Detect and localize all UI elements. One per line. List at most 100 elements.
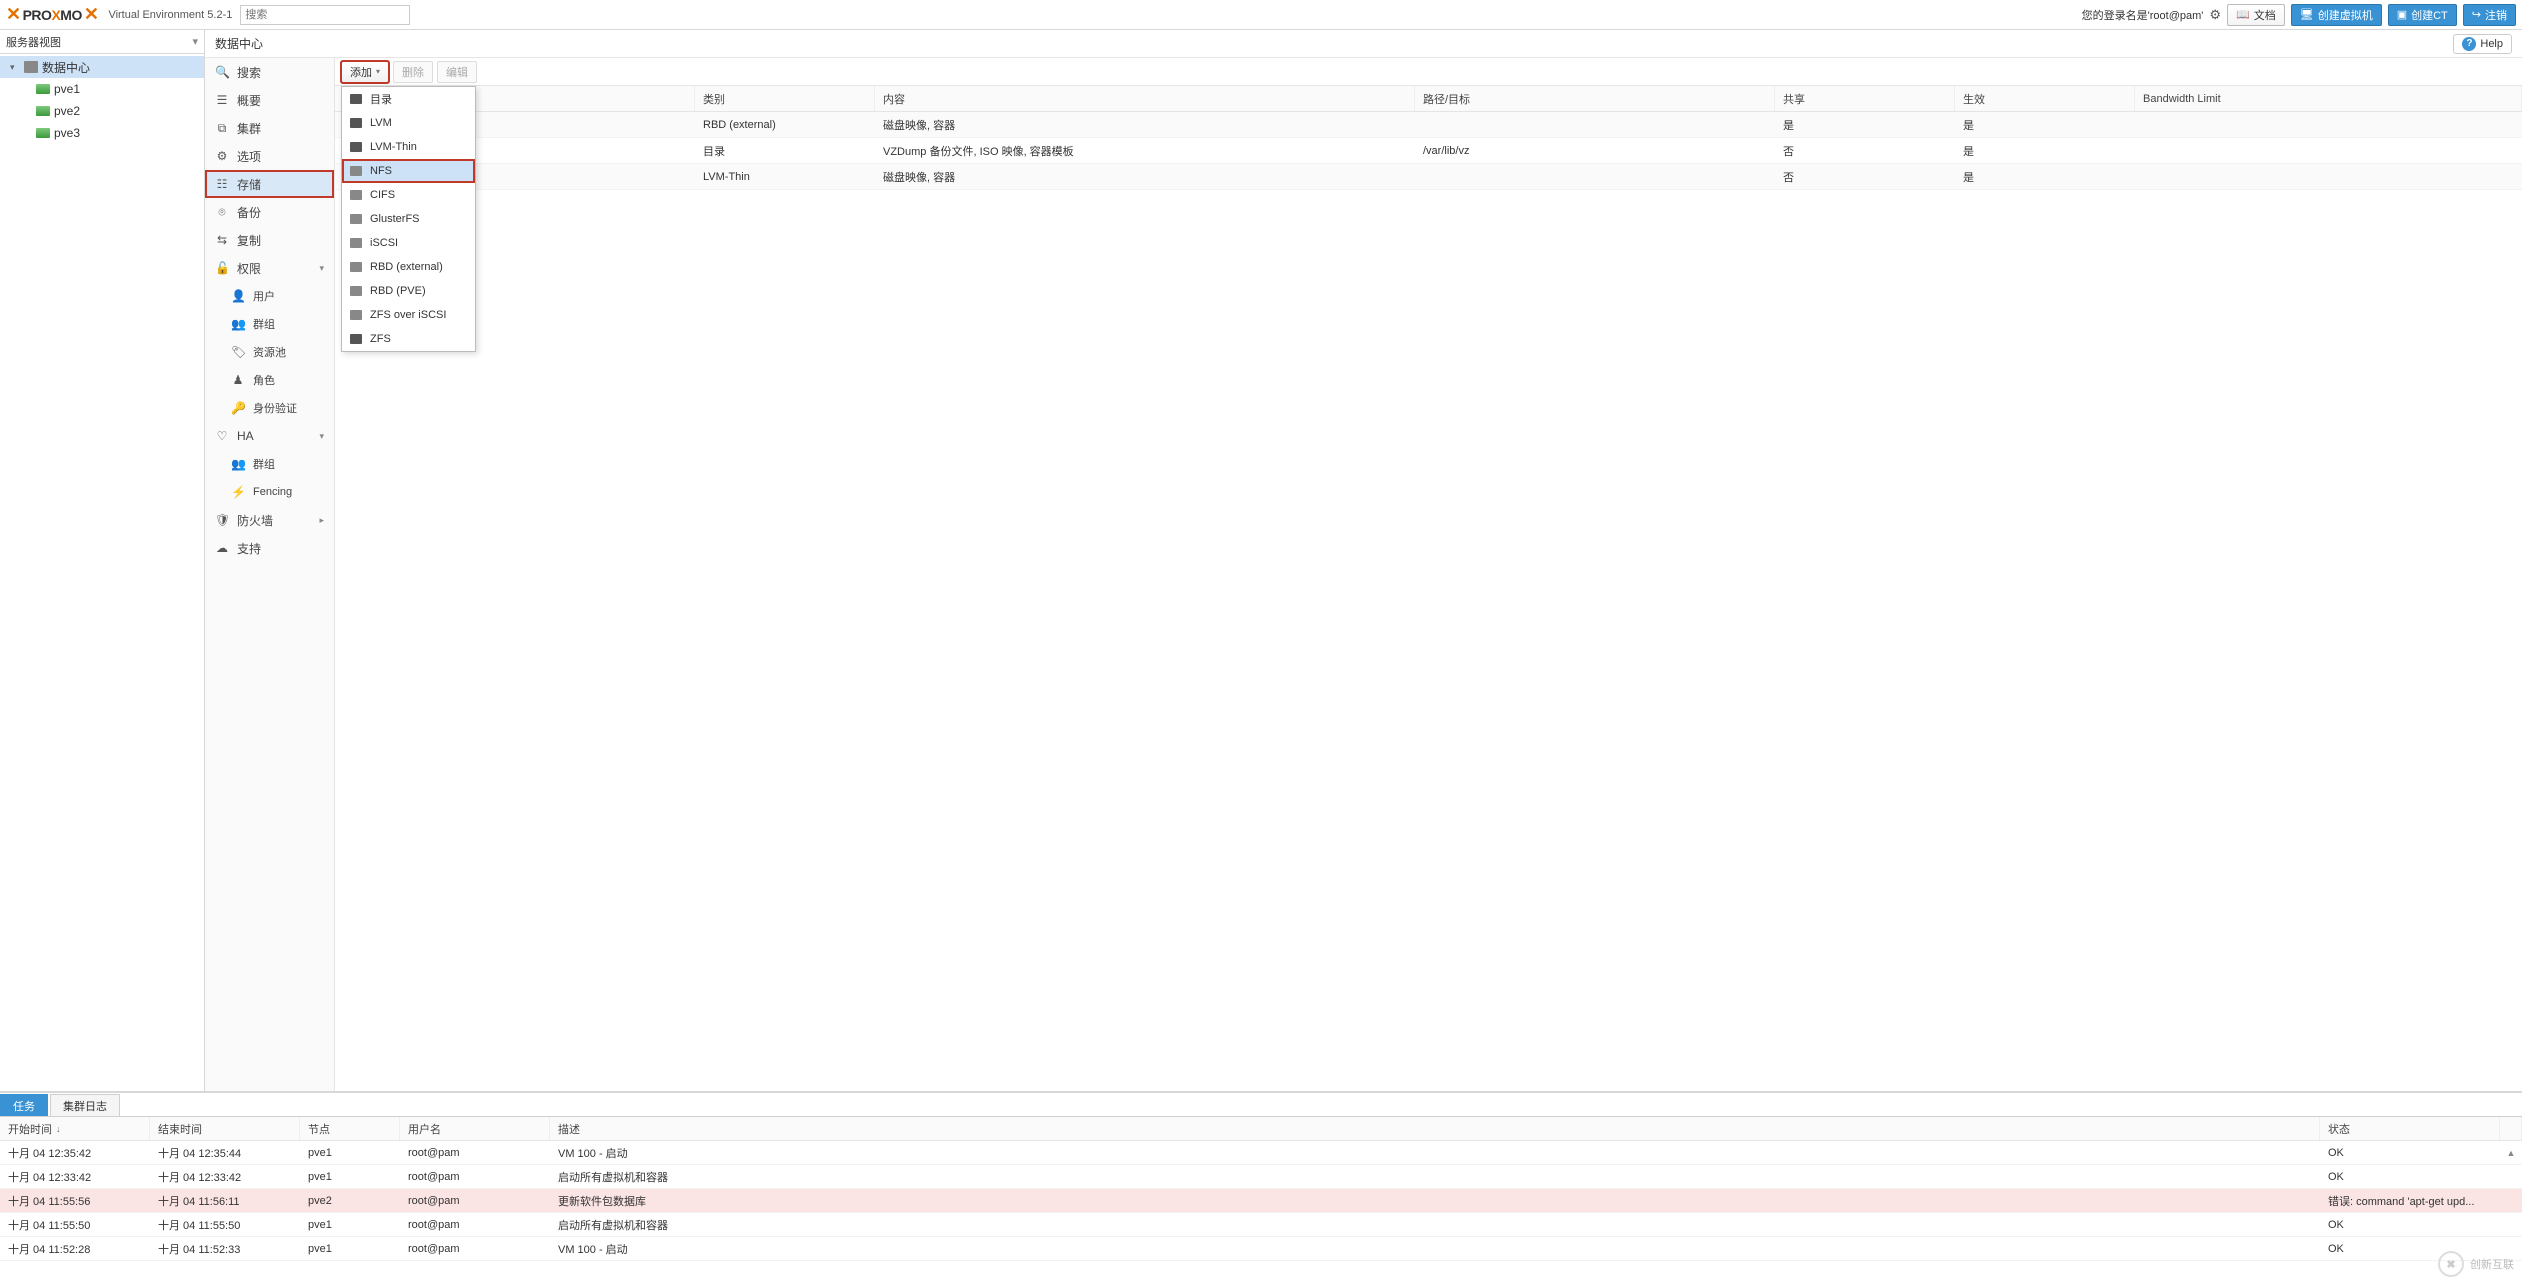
table-row[interactable]: RBD (external) 磁盘映像, 容器 是 是 (335, 112, 2522, 138)
dd-label: 目录 (370, 91, 392, 107)
log-row[interactable]: 十月 04 12:35:42十月 04 12:35:44pve1root@pam… (0, 1141, 2522, 1165)
sidebar-item-backup[interactable]: ⌾备份 (205, 198, 334, 226)
sidebar-item-replication[interactable]: ⇆复制 (205, 226, 334, 254)
help-button[interactable]: ? Help (2453, 34, 2512, 54)
col-node[interactable]: 节点 (300, 1117, 400, 1140)
sidebar-item-users[interactable]: 👤用户 (205, 282, 334, 310)
log-cell-end: 十月 04 12:35:44 (150, 1141, 300, 1164)
tree-node-pve3[interactable]: pve3 (0, 122, 204, 144)
docs-button[interactable]: 📖 文档 (2227, 4, 2285, 26)
col-start[interactable]: 开始时间↓ (0, 1117, 150, 1140)
book-icon: 📖 (2236, 8, 2250, 21)
sidebar-item-ha-groups[interactable]: 👥群组 (205, 450, 334, 478)
col-shared[interactable]: 共享 (1775, 86, 1955, 111)
dd-item-zfs-over-iscsi[interactable]: ZFS over iSCSI (342, 303, 475, 327)
log-cell-end: 十月 04 12:33:42 (150, 1165, 300, 1188)
dd-item-glusterfs[interactable]: GlusterFS (342, 207, 475, 231)
group-icon: 👥 (231, 317, 245, 331)
sidebar-item-auth[interactable]: 🔑身份验证 (205, 394, 334, 422)
tab-tasks[interactable]: 任务 (0, 1094, 48, 1116)
edit-button[interactable]: 编辑 (437, 61, 477, 83)
cell-type: LVM-Thin (695, 164, 875, 189)
log-row[interactable]: 十月 04 11:55:50十月 04 11:55:50pve1root@pam… (0, 1213, 2522, 1237)
sidebar-item-groups[interactable]: 👥群组 (205, 310, 334, 338)
col-content[interactable]: 内容 (875, 86, 1415, 111)
sidebar-item-options[interactable]: ⚙选项 (205, 142, 334, 170)
create-vm-button[interactable]: 🖥 创建虚拟机 (2291, 4, 2382, 26)
sidebar-item-summary[interactable]: ☰概要 (205, 86, 334, 114)
docs-label: 文档 (2254, 7, 2276, 23)
dd-label: ZFS (370, 333, 391, 345)
storage-icon (350, 238, 362, 248)
sidebar-item-roles[interactable]: ♟角色 (205, 366, 334, 394)
remove-button[interactable]: 删除 (393, 61, 433, 83)
col-more[interactable] (2500, 1117, 2522, 1140)
storage-icon (350, 190, 362, 200)
table-row[interactable]: LVM-Thin 磁盘映像, 容器 否 是 (335, 164, 2522, 190)
log-cell-start: 十月 04 12:35:42 (0, 1141, 150, 1164)
log-cell-user: root@pam (400, 1165, 550, 1188)
tree-expand-icon[interactable]: ▾ (10, 62, 20, 73)
dd-item-nfs[interactable]: NFS (342, 159, 475, 183)
tree-node-pve1[interactable]: pve1 (0, 78, 204, 100)
page-title: 数据中心 (215, 35, 263, 52)
log-cell-node: pve1 (300, 1165, 400, 1188)
dd-item-cifs[interactable]: CIFS (342, 183, 475, 207)
cell-shared: 否 (1775, 138, 1955, 163)
storage-icon (350, 310, 362, 320)
col-status[interactable]: 状态 (2320, 1117, 2500, 1140)
dd-item-lvm-thin[interactable]: LVM-Thin (342, 135, 475, 159)
tab-cluster-log[interactable]: 集群日志 (50, 1094, 120, 1116)
sidebar-item-search[interactable]: 🔍搜索 (205, 58, 334, 86)
watermark: ✖ 创新互联 (2438, 1251, 2514, 1277)
log-row[interactable]: 十月 04 12:33:42十月 04 12:33:42pve1root@pam… (0, 1165, 2522, 1189)
cell-bw (2135, 138, 2522, 163)
storage-icon (350, 286, 362, 296)
add-button[interactable]: 添加 ▾ (341, 61, 389, 83)
node-icon (36, 84, 50, 94)
table-row[interactable]: 目录 VZDump 备份文件, ISO 映像, 容器模板 /var/lib/vz… (335, 138, 2522, 164)
cluster-icon: ⧉ (215, 121, 229, 136)
col-bandwidth[interactable]: Bandwidth Limit (2135, 86, 2522, 111)
dd-item-directory[interactable]: 目录 (342, 87, 475, 111)
sidebar-item-cluster[interactable]: ⧉集群 (205, 114, 334, 142)
dd-item-rbd-external[interactable]: RBD (external) (342, 255, 475, 279)
create-ct-button[interactable]: ▣ 创建CT (2388, 4, 2457, 26)
tree-datacenter[interactable]: ▾ 数据中心 (0, 56, 204, 78)
sidebar-item-permissions[interactable]: 🔓权限▾ (205, 254, 334, 282)
create-ct-label: 创建CT (2411, 7, 2448, 23)
col-end[interactable]: 结束时间 (150, 1117, 300, 1140)
col-user[interactable]: 用户名 (400, 1117, 550, 1140)
cell-content: VZDump 备份文件, ISO 映像, 容器模板 (875, 138, 1415, 163)
col-path[interactable]: 路径/目标 (1415, 86, 1775, 111)
log-row[interactable]: 十月 04 11:55:56十月 04 11:56:11pve2root@pam… (0, 1189, 2522, 1213)
col-enabled[interactable]: 生效 (1955, 86, 2135, 111)
sidebar-item-label: 搜索 (237, 64, 261, 81)
sidebar-item-pools[interactable]: 🏷资源池 (205, 338, 334, 366)
log-row[interactable]: 十月 04 11:52:28十月 04 11:52:33pve1root@pam… (0, 1237, 2522, 1261)
add-label: 添加 (350, 64, 372, 80)
dd-item-zfs[interactable]: ZFS (342, 327, 475, 351)
sidebar-item-support[interactable]: ☁支持 (205, 534, 334, 562)
sidebar-item-ha[interactable]: ♡HA▾ (205, 422, 334, 450)
logout-button[interactable]: ↪ 注销 (2463, 4, 2516, 26)
tree-node-pve2[interactable]: pve2 (0, 100, 204, 122)
sidebar-item-storage[interactable]: ☷存储 (205, 170, 334, 198)
sidebar-item-firewall[interactable]: 🛡防火墙▸ (205, 506, 334, 534)
version-label: Virtual Environment 5.2-1 (108, 9, 232, 21)
tree-view-selector[interactable]: 服务器视图 ▾ (0, 30, 204, 54)
sidebar-item-fencing[interactable]: ⚡Fencing (205, 478, 334, 506)
chevron-down-icon: ▾ (319, 263, 324, 274)
dd-item-iscsi[interactable]: iSCSI (342, 231, 475, 255)
col-desc[interactable]: 描述 (550, 1117, 2320, 1140)
global-search-input[interactable] (240, 5, 410, 25)
gear-icon[interactable]: ⚙ (2209, 7, 2221, 23)
sidebar-item-label: 概要 (237, 92, 261, 109)
scroll-indicator: ▲ (2500, 1141, 2522, 1164)
dd-item-rbd-pve[interactable]: RBD (PVE) (342, 279, 475, 303)
tab-label: 集群日志 (63, 1098, 107, 1114)
sidebar-item-label: 群组 (253, 456, 275, 472)
log-cell-desc: VM 100 - 启动 (550, 1141, 2320, 1164)
col-type[interactable]: 类别 (695, 86, 875, 111)
dd-item-lvm[interactable]: LVM (342, 111, 475, 135)
